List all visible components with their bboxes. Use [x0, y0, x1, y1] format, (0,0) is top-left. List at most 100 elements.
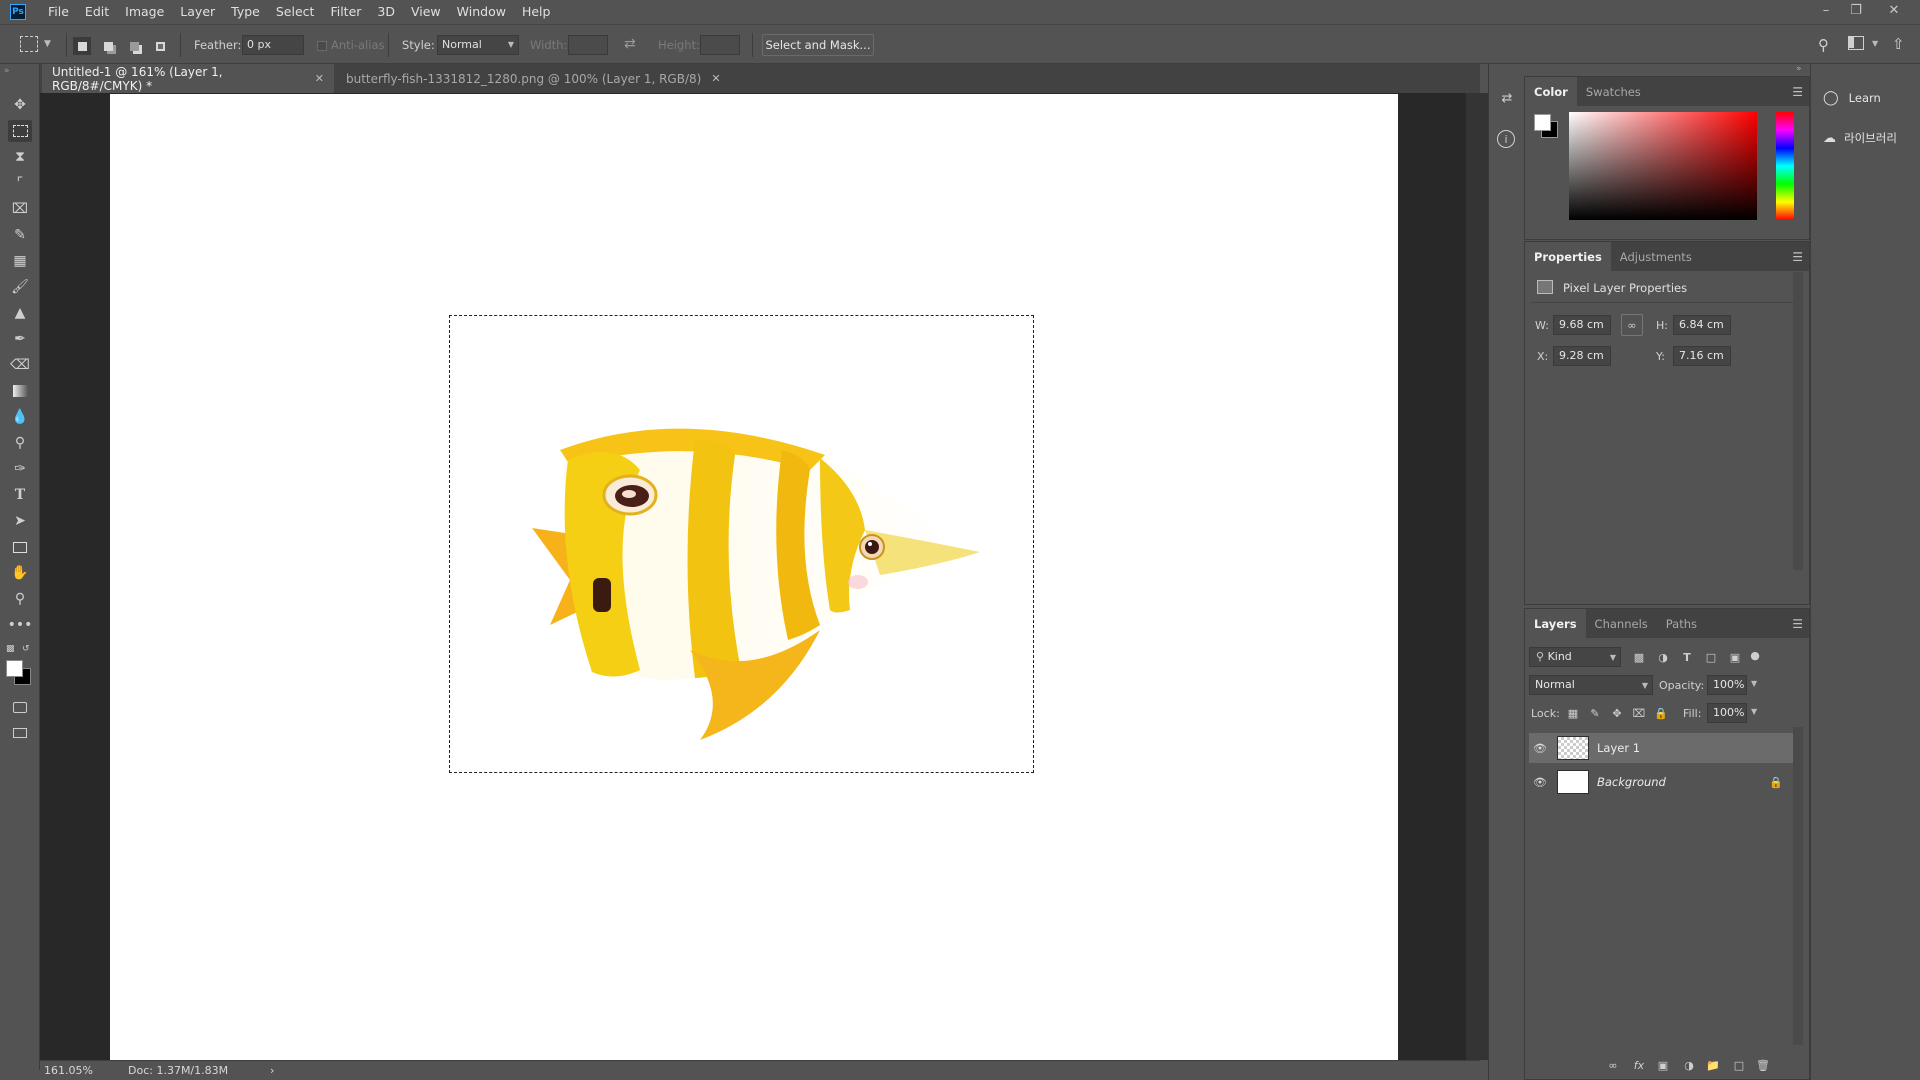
status-menu-arrow-icon[interactable]: › [270, 1064, 274, 1077]
pen-tool-icon[interactable]: ✑ [8, 458, 32, 480]
chevron-down-icon[interactable]: ▼ [1872, 39, 1878, 48]
properties-scrollbar[interactable] [1793, 272, 1803, 570]
link-layers-icon[interactable]: ∞ [1605, 1057, 1621, 1073]
menu-window[interactable]: Window [449, 0, 514, 24]
lock-position-icon[interactable]: ✥ [1609, 705, 1625, 721]
search-icon[interactable]: ⚲ [1818, 36, 1829, 54]
filter-adjustment-icon[interactable]: ◑ [1655, 649, 1671, 665]
menu-image[interactable]: Image [117, 0, 172, 24]
restore-icon[interactable]: ❐ [1842, 0, 1870, 20]
adjustment-layer-icon[interactable]: ◑ [1681, 1057, 1697, 1073]
add-mask-icon[interactable]: ▣ [1655, 1057, 1671, 1073]
style-select[interactable]: Normal ▼ [437, 35, 519, 55]
tab-untitled-1[interactable]: Untitled-1 @ 161% (Layer 1, RGB/8#/CMYK)… [42, 64, 334, 93]
layer-row[interactable]: 👁 Background 🔒 [1529, 767, 1793, 797]
layer-style-icon[interactable]: fx [1631, 1057, 1647, 1073]
close-icon[interactable]: ✕ [1880, 0, 1908, 20]
default-colors-icon[interactable]: ▩ [6, 644, 15, 654]
menu-layer[interactable]: Layer [172, 0, 223, 24]
crop-tool-icon[interactable]: ⌜ [8, 172, 32, 194]
eyedropper-tool-icon[interactable]: ✎ [8, 224, 32, 246]
layers-scrollbar[interactable] [1793, 727, 1803, 1045]
lock-all-icon[interactable]: 🔒 [1653, 705, 1669, 721]
type-tool-icon[interactable]: T [8, 484, 32, 506]
foreground-color-swatch[interactable] [6, 660, 23, 677]
y-field[interactable]: 7.16 cm [1673, 346, 1731, 366]
tab-butterfly-fish[interactable]: butterfly-fish-1331812_1280.png @ 100% (… [336, 64, 742, 93]
share-icon[interactable]: ⇧ [1892, 35, 1905, 53]
workspace-icon[interactable] [1848, 36, 1864, 50]
eraser-tool-icon[interactable]: ⌫ [8, 354, 32, 376]
select-and-mask-button[interactable]: Select and Mask... [762, 34, 874, 56]
filter-type-icon[interactable]: T [1679, 649, 1695, 665]
hue-slider[interactable] [1776, 112, 1794, 220]
frame-tool-icon[interactable]: ⌧ [8, 198, 32, 220]
filter-shape-icon[interactable]: □ [1703, 649, 1719, 665]
delete-layer-icon[interactable]: 🗑 [1755, 1057, 1771, 1073]
history-brush-tool-icon[interactable]: ✒ [8, 328, 32, 350]
lock-image-icon[interactable]: ✎ [1587, 705, 1603, 721]
menu-3d[interactable]: 3D [369, 0, 403, 24]
filter-smart-object-icon[interactable]: ▣ [1727, 649, 1743, 665]
close-icon[interactable]: ✕ [711, 72, 720, 85]
gradient-tool-icon[interactable] [8, 380, 32, 402]
tab-swatches[interactable]: Swatches [1577, 77, 1650, 106]
color-field[interactable] [1569, 112, 1757, 220]
intersect-selection-button[interactable] [151, 37, 169, 55]
foreground-color-swatch[interactable] [1534, 114, 1551, 131]
width-field[interactable]: 9.68 cm [1553, 315, 1611, 335]
layer-kind-filter[interactable]: ⚲ Kind ▼ [1529, 647, 1621, 667]
lasso-tool-icon[interactable]: ⧗ [8, 146, 32, 168]
minimize-icon[interactable]: – [1812, 0, 1840, 20]
visibility-eye-icon[interactable]: 👁 [1529, 776, 1551, 789]
zoom-level[interactable]: 161.05% [44, 1064, 124, 1077]
filter-pixel-icon[interactable]: ▩ [1631, 649, 1647, 665]
menu-type[interactable]: Type [223, 0, 268, 24]
collapse-arrows-icon[interactable]: » [4, 66, 10, 76]
blend-mode-select[interactable]: Normal ▼ [1529, 675, 1653, 695]
blur-tool-icon[interactable]: 💧 [8, 406, 32, 428]
fill-field[interactable]: 100% [1707, 703, 1747, 723]
menu-edit[interactable]: Edit [77, 0, 117, 24]
add-to-selection-button[interactable] [99, 37, 117, 55]
lock-transparent-icon[interactable]: ▦ [1565, 705, 1581, 721]
tab-layers[interactable]: Layers [1525, 609, 1586, 638]
panel-menu-icon[interactable]: ☰ [1792, 85, 1803, 99]
panel-menu-icon[interactable]: ☰ [1792, 250, 1803, 264]
history-icon[interactable]: ⇄ [1497, 88, 1517, 108]
healing-brush-tool-icon[interactable]: ▦ [8, 250, 32, 272]
info-icon[interactable]: i [1497, 130, 1515, 148]
new-layer-icon[interactable]: □ [1731, 1057, 1747, 1073]
screen-mode-icon[interactable] [8, 722, 32, 744]
swap-dimensions-icon[interactable]: ⇄ [624, 36, 636, 52]
height-input[interactable] [700, 35, 740, 55]
zoom-tool-icon[interactable]: ⚲ [8, 588, 32, 610]
menu-file[interactable]: File [40, 0, 77, 24]
dodge-tool-icon[interactable]: ⚲ [8, 432, 32, 454]
libraries-button[interactable]: ☁ 라이브러리 [1823, 130, 1897, 146]
layer-row[interactable]: 👁 Layer 1 [1529, 733, 1793, 763]
panel-menu-icon[interactable]: ☰ [1792, 617, 1803, 631]
clone-stamp-tool-icon[interactable]: ▲ [8, 302, 32, 324]
link-icon[interactable]: ∞ [1621, 314, 1643, 336]
x-field[interactable]: 9.28 cm [1553, 346, 1611, 366]
brush-tool-icon[interactable]: 🖌 [8, 276, 32, 298]
path-selection-tool-icon[interactable]: ➤ [8, 510, 32, 532]
tab-properties[interactable]: Properties [1525, 242, 1611, 271]
menu-filter[interactable]: Filter [322, 0, 369, 24]
selection-marquee[interactable] [449, 315, 1034, 773]
menu-select[interactable]: Select [268, 0, 323, 24]
lock-artboard-icon[interactable]: ⌧ [1631, 705, 1647, 721]
chevron-down-icon[interactable]: ▼ [1751, 679, 1757, 688]
new-selection-button[interactable] [73, 37, 91, 55]
learn-button[interactable]: ◯ Learn [1823, 90, 1881, 106]
visibility-eye-icon[interactable]: 👁 [1529, 742, 1551, 755]
swap-colors-icon[interactable]: ↺ [22, 644, 30, 654]
height-field[interactable]: 6.84 cm [1673, 315, 1731, 335]
filter-toggle-icon[interactable]: ● [1747, 647, 1763, 663]
vertical-scrollbar[interactable] [1466, 93, 1488, 1060]
collapse-arrows-icon[interactable]: » [1796, 64, 1802, 74]
move-tool-icon[interactable]: ✥ [8, 94, 32, 116]
rectangular-marquee-tool-icon[interactable] [8, 120, 32, 142]
anti-alias-checkbox[interactable] [317, 41, 327, 51]
